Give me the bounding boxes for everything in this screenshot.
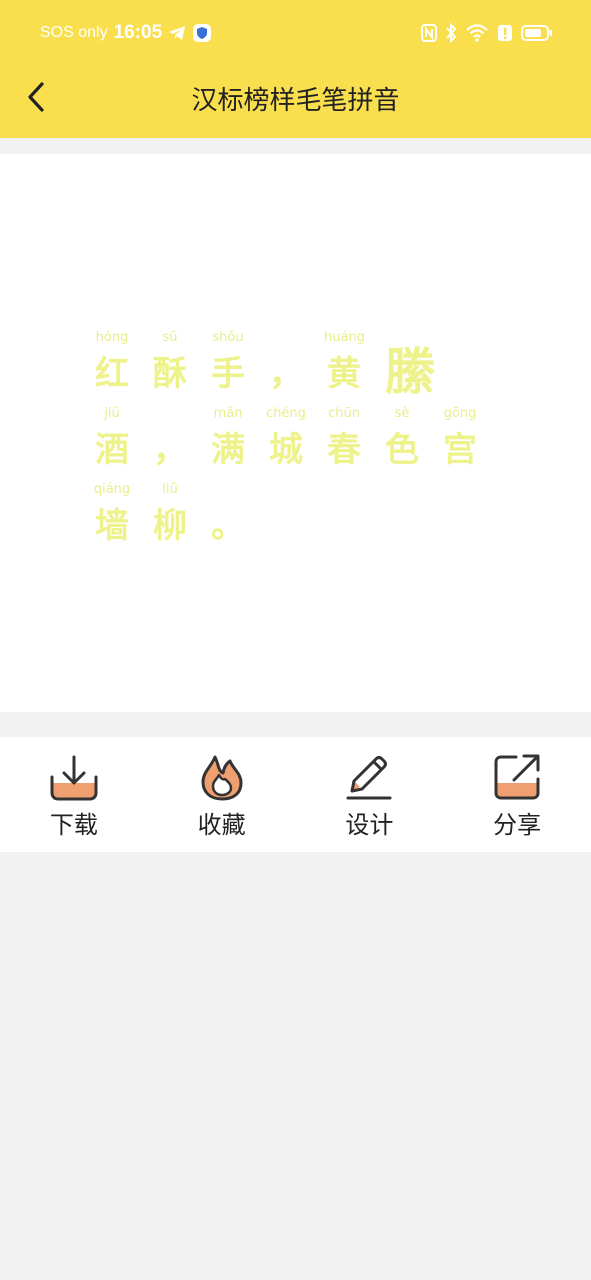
nfc-icon: [421, 24, 437, 42]
pinyin: liǔ: [162, 482, 178, 497]
pinyin: qiáng: [93, 482, 131, 497]
hanzi: 縢: [385, 342, 435, 401]
poem-char: 。: [208, 482, 266, 558]
carrier-text: SOS only: [40, 24, 108, 41]
alert-icon: [498, 25, 512, 41]
pinyin: chūn: [328, 406, 360, 421]
hanzi: 酒: [95, 430, 129, 470]
bluetooth-icon: [446, 23, 457, 43]
pinyin: jiǔ: [104, 406, 120, 421]
app-header: SOS only 16:05 汉标榜样毛笔拼音: [0, 0, 591, 138]
design-button[interactable]: 设计: [296, 737, 444, 852]
pinyin: huáng: [324, 330, 365, 345]
poem-char: hóng 红: [92, 330, 150, 406]
pinyin: mǎn: [213, 406, 243, 421]
poem-line: hóng 红 sū 酥 shǒu 手 ， huáng 黄 縢: [92, 330, 498, 406]
poem-char: chūn 春: [324, 406, 382, 482]
poem-char: gōng 宫: [440, 406, 498, 482]
preview-canvas: hóng 红 sū 酥 shǒu 手 ， huáng 黄 縢 jiǔ 酒 ， m…: [0, 154, 591, 835]
pinyin: chéng: [266, 406, 306, 421]
title-bar: 汉标榜样毛笔拼音: [0, 66, 591, 128]
hanzi: 春: [327, 430, 361, 470]
poem-char: ，: [266, 330, 324, 406]
hanzi: 宫: [443, 430, 477, 470]
hanzi: 柳: [153, 506, 187, 546]
hanzi: ，: [269, 354, 303, 394]
poem-char: 縢: [382, 330, 440, 406]
pinyin: gōng: [443, 406, 477, 421]
poem-char: jiǔ 酒: [92, 406, 150, 482]
favorite-button[interactable]: 收藏: [148, 737, 296, 852]
download-button[interactable]: 下载: [0, 737, 148, 852]
hanzi: 黄: [327, 354, 361, 394]
poem-text: hóng 红 sū 酥 shǒu 手 ， huáng 黄 縢 jiǔ 酒 ， m…: [92, 330, 498, 558]
hanzi: ，: [153, 430, 187, 470]
poem-char: chéng 城: [266, 406, 324, 482]
clock: 16:05: [113, 22, 163, 43]
telegram-icon: [169, 26, 186, 40]
poem-line: jiǔ 酒 ， mǎn 满 chéng 城 chūn 春 sè 色 gōng 宫: [92, 406, 498, 482]
poem-line: qiáng 墙 liǔ 柳 。: [92, 482, 498, 558]
hanzi: 墙: [95, 506, 129, 546]
action-toolbar: 下载 收藏 设计 分享: [0, 737, 591, 852]
share-button[interactable]: 分享: [443, 737, 591, 852]
pinyin: hóng: [95, 330, 129, 345]
design-label: 设计: [345, 811, 394, 839]
page-title: 汉标榜样毛笔拼音: [191, 86, 400, 116]
poem-char: sū 酥: [150, 330, 208, 406]
wifi-icon: [466, 24, 488, 42]
hanzi: 城: [269, 430, 303, 470]
share-icon: [494, 754, 540, 800]
flame-icon: [201, 755, 243, 801]
download-icon: [50, 755, 98, 801]
pinyin: sè: [394, 406, 410, 421]
hanzi: 。: [211, 506, 245, 546]
poem-char: mǎn 满: [208, 406, 266, 482]
status-bar: SOS only 16:05: [0, 0, 591, 66]
poem-char: ，: [150, 406, 208, 482]
status-left: SOS only 16:05: [40, 20, 212, 46]
poem-char: sè 色: [382, 406, 440, 482]
hanzi: 色: [385, 430, 419, 470]
favorite-label: 收藏: [197, 811, 246, 839]
pencil-icon: [346, 756, 392, 800]
hanzi: 手: [211, 354, 245, 394]
hanzi: 满: [211, 430, 245, 470]
hanzi: 红: [95, 354, 129, 394]
status-right: [421, 20, 553, 46]
poem-char: qiáng 墙: [92, 482, 150, 558]
share-label: 分享: [493, 811, 542, 839]
poem-char: liǔ 柳: [150, 482, 208, 558]
pinyin: sū: [162, 330, 178, 345]
download-label: 下载: [49, 811, 98, 839]
pinyin: shǒu: [212, 330, 244, 345]
battery-icon: [521, 25, 552, 41]
hanzi: 酥: [153, 354, 187, 394]
shield-icon: [193, 24, 212, 42]
poem-char: shǒu 手: [208, 330, 266, 406]
poem-char: huáng 黄: [324, 330, 382, 406]
